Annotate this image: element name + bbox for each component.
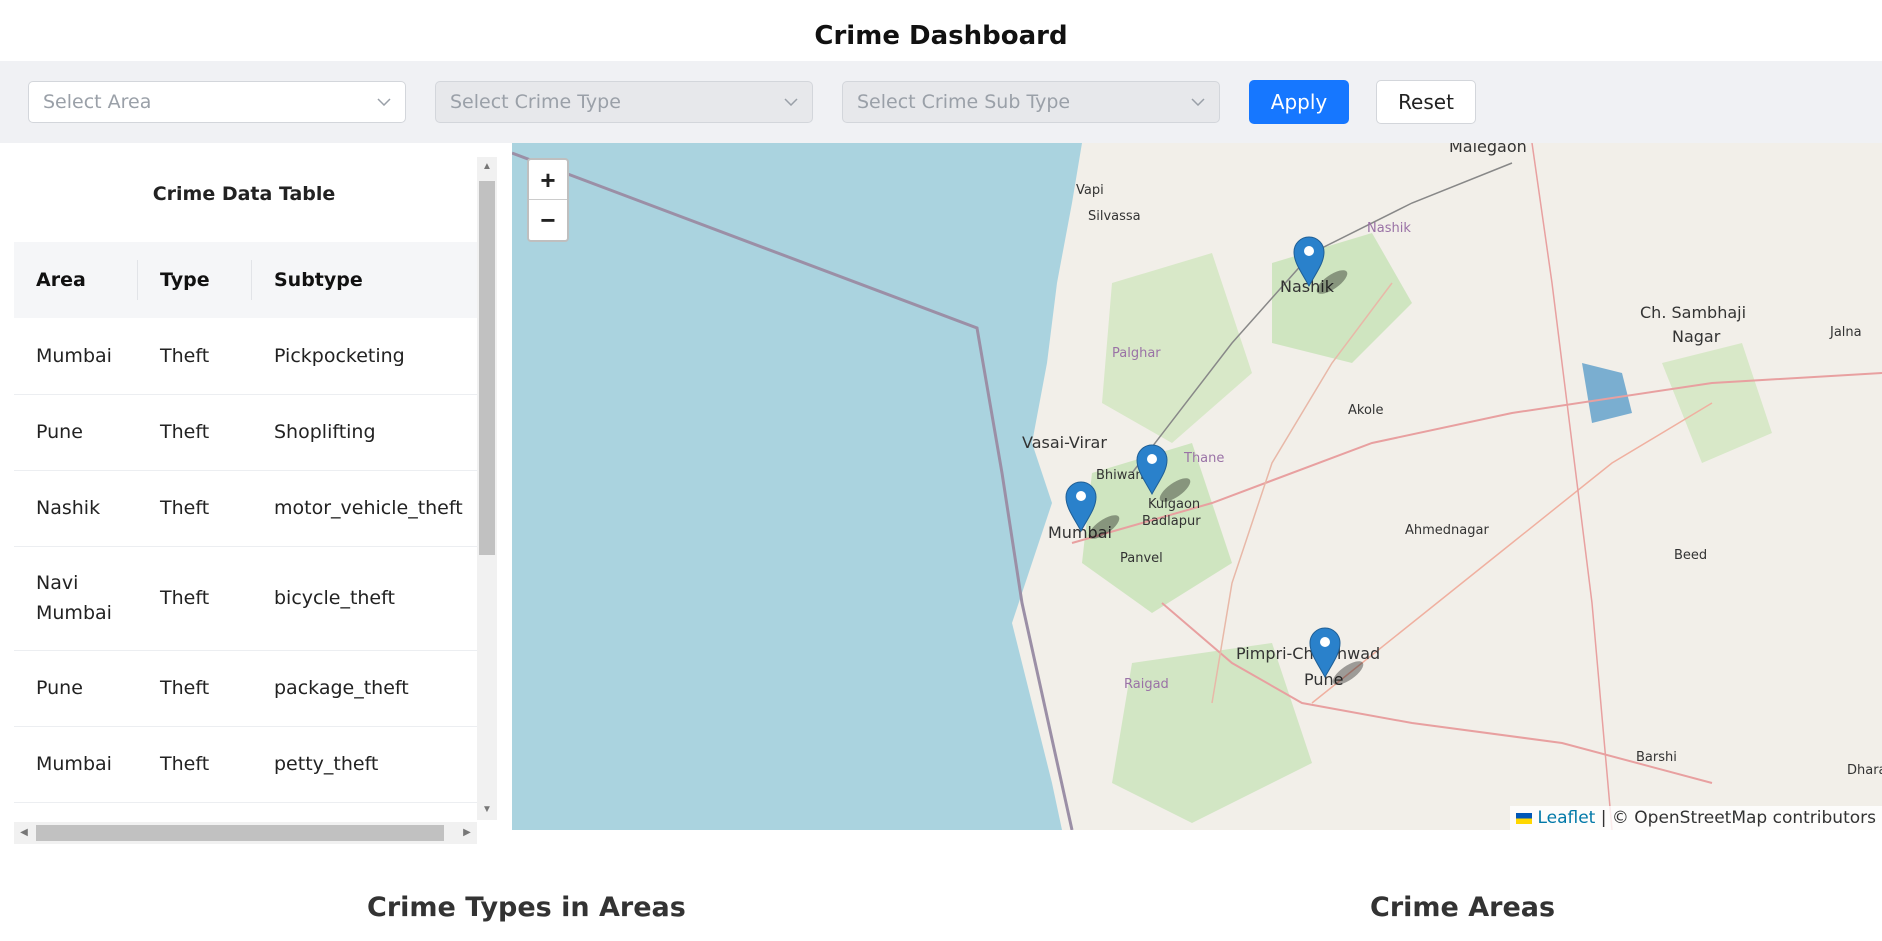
page-title: Crime Dashboard (814, 21, 1068, 51)
scroll-down-icon[interactable]: ▼ (477, 800, 497, 820)
scroll-left-icon[interactable]: ◀ (14, 822, 34, 844)
cell-area: Nashik (14, 470, 138, 547)
reset-button[interactable]: Reset (1376, 80, 1476, 124)
map-label: Malegaon (1449, 143, 1527, 156)
column-header-type[interactable]: Type (138, 242, 252, 318)
cell-subtype: Shoplifting (252, 394, 477, 471)
map-label: Dhara (1847, 763, 1882, 778)
map-label: Palghar (1112, 346, 1161, 361)
map-label: Ahmednagar (1405, 523, 1489, 538)
ukraine-flag-icon (1516, 812, 1533, 824)
crime-subtype-select[interactable]: Select Crime Sub Type (842, 81, 1220, 123)
map-label: Panvel (1120, 551, 1163, 566)
map-label: Silvassa (1088, 209, 1141, 224)
area-select[interactable]: Select Area (28, 81, 406, 123)
cell-type: Theft (138, 318, 252, 395)
chevron-down-icon (784, 82, 798, 122)
leaflet-link[interactable]: Leaflet (1537, 808, 1595, 828)
scroll-right-icon[interactable]: ▶ (457, 822, 477, 844)
crime-data-table: Area Type Subtype Mumbai Theft Pickpocke… (14, 242, 477, 808)
crime-types-heading: Crime Types in Areas (367, 892, 686, 923)
apply-button[interactable]: Apply (1249, 80, 1349, 124)
table-title: Crime Data Table (152, 183, 336, 205)
map-label: Ch. Sambhaji (1640, 303, 1747, 322)
map-label: Nashik (1367, 221, 1411, 236)
map-label: Nagar (1672, 327, 1721, 346)
map-label: Vasai-Virar (1022, 433, 1107, 452)
cell-type: Theft (138, 546, 252, 651)
crime-map[interactable]: Malegaon Vapi Silvassa Nashik Nashik Ch.… (512, 143, 1882, 830)
cell-area: Mumbai (14, 726, 138, 803)
column-header-area[interactable]: Area (14, 242, 138, 318)
table-row: Nashik Theft motor_vehicle_theft (14, 470, 477, 547)
map-marker-navi-mumbai[interactable] (1135, 442, 1205, 502)
crime-type-select[interactable]: Select Crime Type (435, 81, 813, 123)
crime-subtype-select-placeholder: Select Crime Sub Type (857, 91, 1071, 113)
map-label: Jalna (1830, 325, 1862, 340)
scroll-up-icon[interactable]: ▲ (477, 157, 497, 177)
crime-areas-heading: Crime Areas (1370, 892, 1556, 923)
cell-type: Theft (138, 650, 252, 727)
table-row: Mumbai Theft Pickpocketing (14, 318, 477, 395)
vertical-scrollbar[interactable]: ▲ ▼ (477, 157, 497, 820)
cell-area: Mumbai (14, 318, 138, 395)
map-label: Badlapur (1142, 514, 1201, 529)
map-label: Vapi (1076, 183, 1104, 198)
chevron-down-icon (377, 82, 391, 122)
map-marker-mumbai[interactable] (1064, 479, 1134, 539)
chevron-down-icon (1191, 82, 1205, 122)
zoom-control: + − (527, 158, 569, 242)
table-row: Pune Theft Shoplifting (14, 394, 477, 471)
cell-subtype: motor_vehicle_theft (252, 470, 477, 547)
map-marker-nashik[interactable] (1292, 234, 1362, 294)
table-row: Navi Mumbai Theft bicycle_theft (14, 546, 477, 651)
cell-area: Pune (14, 394, 138, 471)
cell-subtype: Pickpocketing (252, 318, 477, 395)
map-attribution: Leaflet | © OpenStreetMap contributors (1510, 806, 1882, 830)
cell-type: Theft (138, 726, 252, 803)
scrollbar-thumb[interactable] (479, 181, 495, 555)
cell-subtype: package_theft (252, 650, 477, 727)
cell-type: Theft (138, 394, 252, 471)
table-row: Pune Theft package_theft (14, 650, 477, 727)
crime-type-select-placeholder: Select Crime Type (450, 91, 621, 113)
crime-table-panel: Crime Data Table Area Type Subtype Mumba… (0, 143, 500, 845)
map-label: Beed (1674, 548, 1708, 563)
map-marker-pune[interactable] (1308, 625, 1378, 685)
cell-type: Theft (138, 470, 252, 547)
osm-attribution-text: | © OpenStreetMap contributors (1595, 808, 1876, 828)
map-label: Barshi (1636, 750, 1677, 765)
map-label: Raigad (1124, 677, 1169, 692)
cell-area: Navi Mumbai (14, 546, 138, 651)
zoom-out-button[interactable]: − (529, 200, 567, 240)
cell-area: Pune (14, 650, 138, 727)
cell-subtype: petty_theft (252, 726, 477, 803)
table-header-row: Area Type Subtype (14, 242, 477, 318)
cell-subtype: bicycle_theft (252, 546, 477, 651)
table-row: Mumbai Theft petty_theft (14, 726, 477, 803)
column-header-subtype[interactable]: Subtype (252, 242, 477, 318)
horizontal-scrollbar[interactable]: ◀ ▶ (14, 822, 477, 844)
scrollbar-thumb[interactable] (36, 825, 444, 841)
map-label: Akole (1348, 403, 1384, 418)
area-select-placeholder: Select Area (43, 91, 152, 113)
zoom-in-button[interactable]: + (529, 160, 567, 200)
